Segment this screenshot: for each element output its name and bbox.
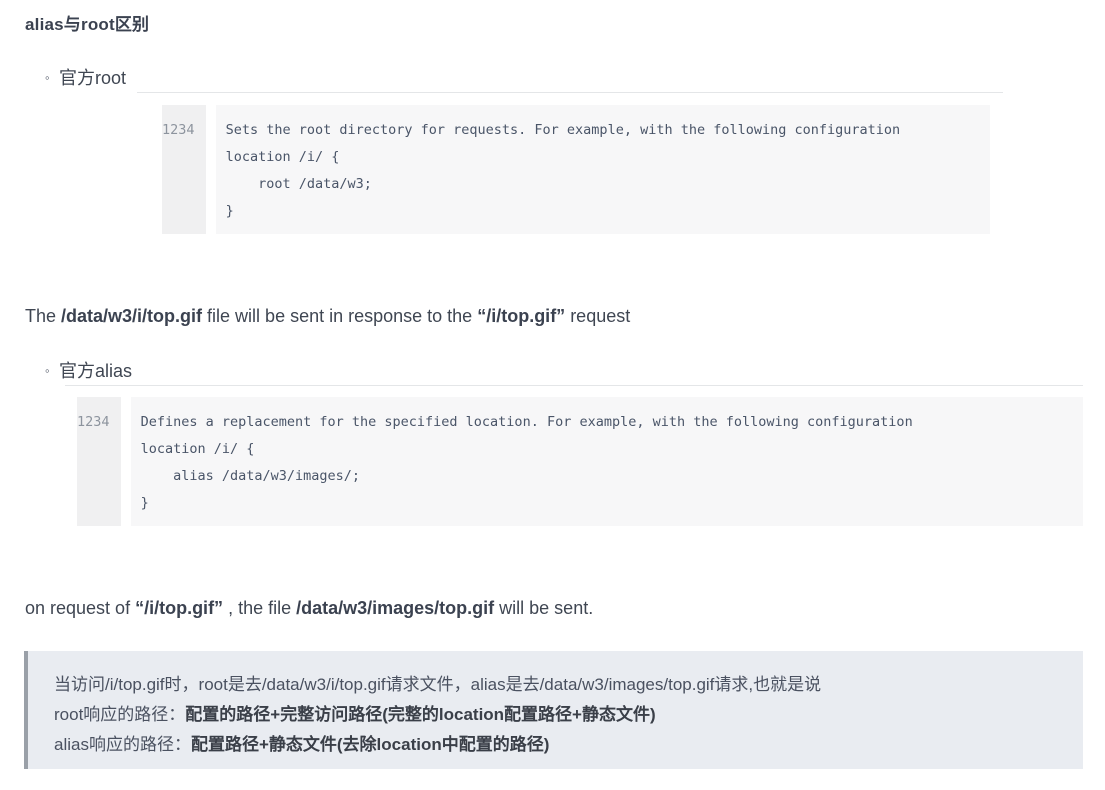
section-heading-root: 官方root [45, 64, 126, 90]
line-number: 1 [162, 122, 171, 138]
code-gutter-divider [205, 105, 216, 234]
callout-line-3: alias响应的路径：配置路径+静态文件(去除location中配置的路径) [54, 730, 549, 755]
file-path-emphasis: /data/w3/i/top.gif [61, 306, 203, 326]
code-content-alias[interactable]: Defines a replacement for the specified … [131, 397, 1083, 526]
code-line: Sets the root directory for requests. Fo… [225, 122, 901, 138]
paragraph-root-result: The /data/w3/i/top.gif file will be sent… [25, 306, 630, 327]
paragraph-alias-result: on request of “/i/top.gif” , the file /d… [25, 598, 593, 619]
section-rule-alias [65, 385, 1083, 386]
callout-line-3-label: alias响应的路径： [54, 735, 191, 754]
text-middle: , the file [223, 598, 297, 618]
section-heading-root-label: 官方root [59, 68, 127, 88]
page-title: alias与root区别 [25, 15, 150, 34]
line-number: 4 [101, 414, 110, 430]
code-line: Defines a replacement for the specified … [140, 414, 913, 430]
code-content-root[interactable]: Sets the root directory for requests. Fo… [216, 105, 990, 234]
code-line: location /i/ { [225, 149, 340, 165]
section-rule-root [137, 92, 1003, 93]
text-middle: file will be sent in response to the [202, 306, 478, 326]
file-path-emphasis: /data/w3/images/top.gif [296, 598, 495, 618]
code-line: root /data/w3; [225, 176, 372, 192]
callout-line-3-value: 配置路径+静态文件(去除location中配置的路径) [190, 735, 550, 754]
code-line: } [225, 203, 234, 219]
code-line: alias /data/w3/images/; [140, 468, 361, 484]
summary-callout: 当访问/i/top.gif时，root是去/data/w3/i/top.gif请… [24, 651, 1083, 769]
text-suffix: request [565, 306, 631, 326]
code-gutter-root: 1234 [162, 105, 206, 234]
code-block-alias: 1234 Defines a replacement for the speci… [77, 397, 1083, 526]
hollow-circle-bullet-icon [45, 363, 59, 378]
code-block-root: 1234 Sets the root directory for request… [162, 105, 990, 234]
hollow-circle-bullet-icon [45, 70, 59, 85]
document-page: alias与root区别 官方root 1234 Sets the root d… [0, 0, 1105, 790]
code-line: } [140, 495, 149, 511]
request-path-emphasis: “/i/top.gif” [477, 306, 566, 326]
line-number: 4 [186, 122, 195, 138]
section-heading-alias: 官方alias [45, 357, 132, 383]
callout-line-2: root响应的路径：配置的路径+完整访问路径(完整的location配置路径+静… [54, 700, 656, 725]
text-suffix: will be sent. [494, 598, 594, 618]
callout-line-2-label: root响应的路径： [54, 705, 186, 724]
text-prefix: The [25, 306, 62, 326]
code-line: location /i/ { [140, 441, 255, 457]
section-heading-alias-label: 官方alias [59, 361, 133, 381]
request-path-emphasis: “/i/top.gif” [135, 598, 224, 618]
text-prefix: on request of [25, 598, 136, 618]
code-gutter-alias: 1234 [77, 397, 121, 526]
callout-line-2-value: 配置的路径+完整访问路径(完整的location配置路径+静态文件) [185, 705, 656, 724]
callout-line-1: 当访问/i/top.gif时，root是去/data/w3/i/top.gif请… [54, 675, 822, 694]
line-number: 1 [77, 414, 86, 430]
code-gutter-divider [120, 397, 131, 526]
